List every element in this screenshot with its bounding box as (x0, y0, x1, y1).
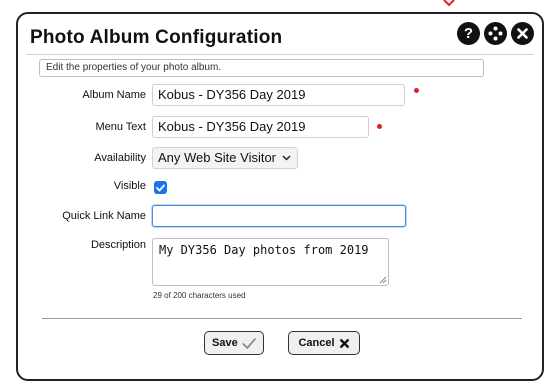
quick-link-label: Quick Link Name (62, 210, 146, 222)
title-bar-icons: ? (457, 22, 534, 45)
availability-label: Availability (94, 152, 146, 164)
checkmark-icon (156, 184, 165, 192)
chevron-down-icon (282, 155, 291, 161)
cancel-button-label: Cancel (298, 337, 335, 349)
title-divider (26, 54, 534, 55)
save-button-label: Save (212, 337, 238, 349)
visible-checkbox[interactable] (154, 181, 167, 194)
resize-grip-icon[interactable] (378, 275, 387, 284)
hint-box: Edit the properties of your photo album. (39, 59, 484, 77)
description-textarea[interactable]: My DY356 Day photos from 2019 (152, 238, 389, 286)
close-icon (339, 338, 349, 348)
menu-text-input[interactable]: Kobus - DY356 Day 2019 (152, 116, 369, 138)
quick-link-input[interactable] (152, 205, 406, 227)
description-label: Description (90, 239, 146, 251)
photo-album-config-dialog: Photo Album Configuration ? Edit the pro… (16, 12, 544, 381)
availability-select[interactable]: Any Web Site Visitor (152, 147, 298, 169)
footer-divider (42, 318, 522, 319)
move-icon[interactable] (484, 22, 507, 45)
character-counter: 29 of 200 characters used (153, 291, 246, 300)
menu-text-label: Menu Text (95, 121, 146, 133)
partial-red-mark (443, 0, 455, 7)
help-icon[interactable]: ? (457, 22, 480, 45)
close-icon[interactable] (511, 22, 534, 45)
dialog-title: Photo Album Configuration (30, 27, 283, 48)
availability-selected-value: Any Web Site Visitor (158, 150, 277, 165)
checkmark-icon (242, 337, 256, 349)
album-name-input[interactable]: Kobus - DY356 Day 2019 (152, 84, 405, 106)
cancel-button[interactable]: Cancel (288, 331, 360, 355)
required-indicator (377, 124, 382, 129)
visible-label: Visible (113, 180, 146, 192)
save-button[interactable]: Save (204, 331, 264, 355)
album-name-label: Album Name (82, 89, 146, 101)
required-indicator (414, 88, 419, 93)
description-text: My DY356 Day photos from 2019 (159, 243, 369, 257)
